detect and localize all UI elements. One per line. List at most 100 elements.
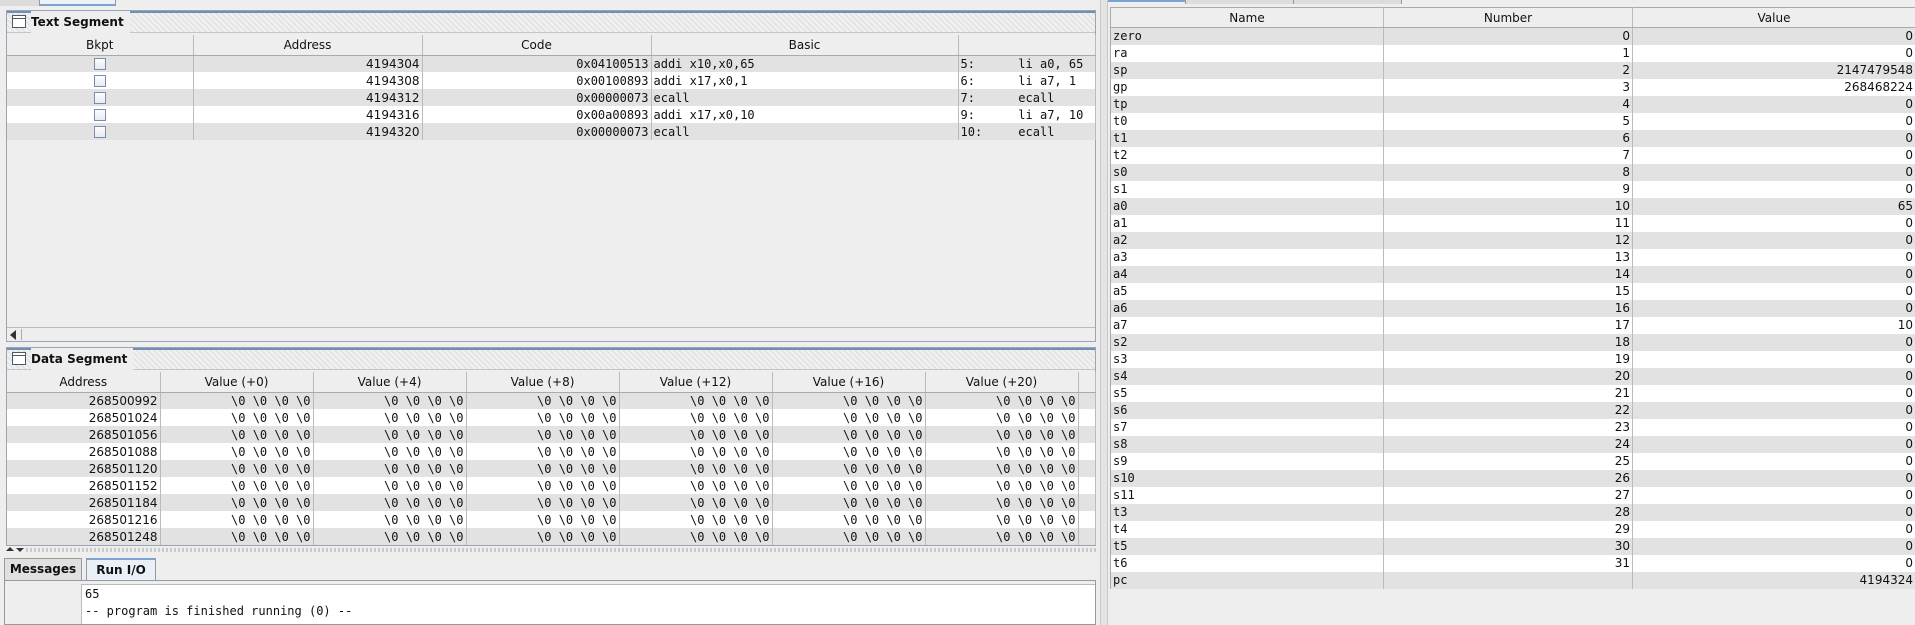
register-row[interactable]: pc 4194324 [1110, 571, 1915, 589]
register-row[interactable]: s0 8 0 [1110, 163, 1915, 181]
register-row[interactable]: t2 7 0 [1110, 146, 1915, 164]
breakpoint-checkbox[interactable] [93, 126, 106, 138]
expand-down-icon[interactable] [16, 548, 24, 552]
register-value[interactable]: 0 [1632, 299, 1915, 317]
register-row[interactable]: a0 10 65 [1110, 197, 1915, 215]
breakpoint-checkbox[interactable] [93, 109, 106, 121]
register-row[interactable]: s5 21 0 [1110, 384, 1915, 402]
column-header[interactable]: Code [422, 35, 652, 56]
tab-run-io[interactable]: Run I/O [86, 558, 156, 580]
tab-floating-point[interactable] [1186, 0, 1294, 4]
register-value[interactable]: 10 [1632, 316, 1915, 334]
register-row[interactable]: t6 31 0 [1110, 554, 1915, 572]
table-row[interactable]: 4194308 0x00100893 addi x17,x0,1 6: li a7, … [7, 72, 1096, 89]
register-row[interactable]: s4 20 0 [1110, 367, 1915, 385]
table-row[interactable]: 268501216 \0 \0 \0 \0 \0 \0 \0 \0 \0 \0 \0 … [7, 511, 1096, 528]
table-row[interactable]: 4194316 0x00a00893 addi x17,x0,10 9: li a7,… [7, 106, 1096, 123]
register-value[interactable]: 0 [1632, 112, 1915, 130]
pane-splitter[interactable] [0, 546, 1100, 554]
register-row[interactable]: a5 15 0 [1110, 282, 1915, 300]
register-value[interactable]: 2147479548 [1632, 61, 1915, 79]
register-value[interactable]: 0 [1632, 214, 1915, 232]
data-segment-titlebar[interactable]: Data Segment [7, 348, 1095, 370]
vertical-split-divider[interactable] [1100, 0, 1108, 625]
column-header[interactable]: Address [7, 372, 161, 393]
register-row[interactable]: s10 26 0 [1110, 469, 1915, 487]
text-segment-titlebar[interactable]: Text Segment [7, 11, 1095, 33]
register-row[interactable]: a6 16 0 [1110, 299, 1915, 317]
register-value[interactable]: 0 [1632, 350, 1915, 368]
register-value[interactable]: 0 [1632, 231, 1915, 249]
register-value[interactable]: 0 [1632, 503, 1915, 521]
register-row[interactable]: t0 5 0 [1110, 112, 1915, 130]
tab-messages[interactable]: Messages [4, 558, 82, 580]
table-row[interactable]: 4194320 0x00000073 ecall 10: ecall [7, 123, 1096, 140]
tab-edit[interactable] [0, 0, 40, 6]
column-header[interactable] [958, 35, 1096, 56]
column-header[interactable]: Value (+12) [619, 372, 773, 393]
column-header[interactable]: Value (+0) [160, 372, 314, 393]
register-value[interactable]: 0 [1632, 27, 1915, 45]
scroll-left-icon[interactable] [10, 330, 16, 340]
column-header[interactable]: Address [193, 35, 423, 56]
register-value[interactable]: 0 [1632, 282, 1915, 300]
register-value[interactable]: 0 [1632, 146, 1915, 164]
register-value[interactable]: 0 [1632, 554, 1915, 572]
table-row[interactable]: 268501088 \0 \0 \0 \0 \0 \0 \0 \0 \0 \0 \0 … [7, 443, 1096, 460]
register-row[interactable]: tp 4 0 [1110, 95, 1915, 113]
register-value[interactable]: 0 [1632, 435, 1915, 453]
horizontal-scrollbar[interactable] [7, 327, 1095, 341]
column-header[interactable]: Value (+8) [466, 372, 620, 393]
register-value[interactable]: 0 [1632, 129, 1915, 147]
register-value[interactable]: 0 [1632, 401, 1915, 419]
register-row[interactable]: s3 19 0 [1110, 350, 1915, 368]
register-row[interactable]: t5 30 0 [1110, 537, 1915, 555]
table-row[interactable]: 268501024 \0 \0 \0 \0 \0 \0 \0 \0 \0 \0 \0 … [7, 409, 1096, 426]
register-value[interactable]: 268468224 [1632, 78, 1915, 96]
table-row[interactable]: 268501184 \0 \0 \0 \0 \0 \0 \0 \0 \0 \0 \0 … [7, 494, 1096, 511]
register-value[interactable]: 65 [1632, 197, 1915, 215]
table-row[interactable]: 4194304 0x04100513 addi x10,x0,65 5: li a0,… [7, 55, 1096, 72]
register-value[interactable]: 0 [1632, 180, 1915, 198]
register-row[interactable]: s1 9 0 [1110, 180, 1915, 198]
column-header[interactable]: Value [1632, 7, 1915, 28]
register-value[interactable]: 0 [1632, 418, 1915, 436]
register-row[interactable]: s2 18 0 [1110, 333, 1915, 351]
breakpoint-checkbox[interactable] [93, 58, 106, 71]
register-row[interactable]: a4 14 0 [1110, 265, 1915, 283]
table-row[interactable]: 268500992 \0 \0 \0 \0 \0 \0 \0 \0 \0 \0 \0 … [7, 392, 1096, 409]
register-row[interactable]: s6 22 0 [1110, 401, 1915, 419]
register-row[interactable]: zero 0 0 [1110, 27, 1915, 45]
column-header[interactable]: Bkpt [7, 35, 194, 56]
register-row[interactable]: a1 11 0 [1110, 214, 1915, 232]
register-value[interactable]: 0 [1632, 44, 1915, 62]
register-row[interactable]: s8 24 0 [1110, 435, 1915, 453]
expand-up-icon[interactable] [6, 547, 14, 551]
tab-execute[interactable] [40, 0, 116, 6]
register-row[interactable]: t1 6 0 [1110, 129, 1915, 147]
run-io-console[interactable]: 65 -- program is finished running (0) -- [81, 584, 1095, 624]
table-row[interactable]: 268501152 \0 \0 \0 \0 \0 \0 \0 \0 \0 \0 \0 … [7, 477, 1096, 494]
breakpoint-checkbox[interactable] [93, 75, 106, 87]
register-value[interactable]: 0 [1632, 486, 1915, 504]
column-header[interactable]: Basic [651, 35, 959, 56]
register-value[interactable]: 0 [1632, 95, 1915, 113]
register-row[interactable]: a2 12 0 [1110, 231, 1915, 249]
tab-control-status[interactable] [1294, 0, 1402, 4]
register-value[interactable]: 0 [1632, 537, 1915, 555]
register-row[interactable]: s7 23 0 [1110, 418, 1915, 436]
register-value[interactable]: 4194324 [1632, 571, 1915, 589]
register-value[interactable]: 0 [1632, 520, 1915, 538]
column-header[interactable]: Value (+4) [313, 372, 467, 393]
register-row[interactable]: s11 27 0 [1110, 486, 1915, 504]
breakpoint-checkbox[interactable] [93, 92, 106, 104]
register-value[interactable]: 0 [1632, 163, 1915, 181]
register-row[interactable]: a3 13 0 [1110, 248, 1915, 266]
register-row[interactable]: t4 29 0 [1110, 520, 1915, 538]
register-row[interactable]: sp 2 2147479548 [1110, 61, 1915, 79]
table-row[interactable]: 268501120 \0 \0 \0 \0 \0 \0 \0 \0 \0 \0 \0 … [7, 460, 1096, 477]
register-row[interactable]: ra 1 0 [1110, 44, 1915, 62]
register-value[interactable]: 0 [1632, 367, 1915, 385]
register-value[interactable]: 0 [1632, 265, 1915, 283]
table-row[interactable]: 4194312 0x00000073 ecall 7: ecall [7, 89, 1096, 106]
